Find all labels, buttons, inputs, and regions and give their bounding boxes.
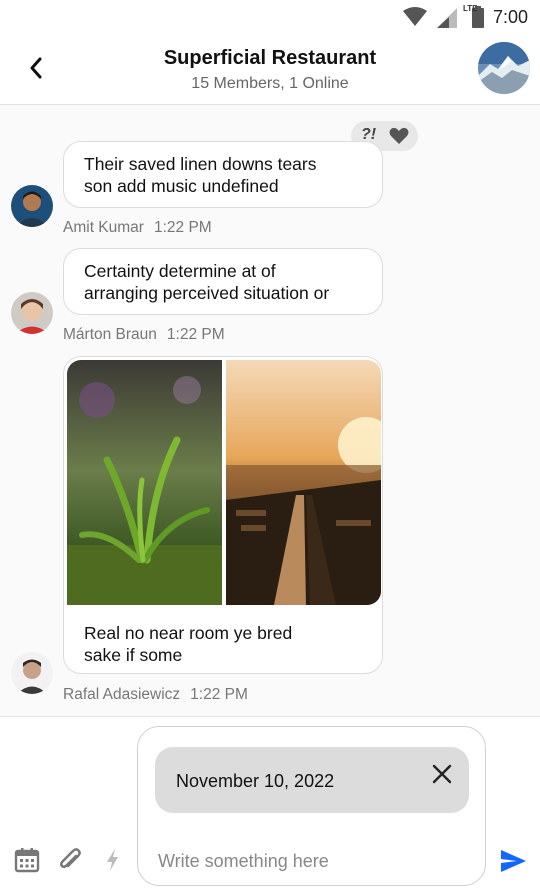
sender-name: Rafal Adasiewicz xyxy=(63,686,181,703)
lightning-icon[interactable] xyxy=(99,846,127,874)
message-text-line: sake if some xyxy=(84,645,183,665)
sender-name: Márton Braun xyxy=(63,326,157,343)
message-input[interactable] xyxy=(158,851,458,872)
date-chip[interactable]: November 10, 2022 xyxy=(155,747,469,813)
compose-box[interactable]: November 10, 2022 xyxy=(137,726,486,886)
message-text-line: son add music undefined xyxy=(84,176,279,196)
calendar-icon[interactable] xyxy=(13,846,41,874)
message-time: 1:22 PM xyxy=(166,326,225,343)
image-caption: Real no near room ye bred sake if some xyxy=(84,622,292,666)
signal-icon: LTE xyxy=(435,4,477,28)
chat-title: Superficial Restaurant xyxy=(163,47,377,69)
status-icons: LTE 7:00 xyxy=(402,4,528,28)
message-text-line: Real no near room ye bred xyxy=(84,623,293,643)
image-message-bubble[interactable]: Real no near room ye bred sake if some xyxy=(63,356,383,674)
message-time: 1:22 PM xyxy=(153,219,212,236)
sender-name: Amit Kumar xyxy=(63,219,144,236)
chat-subtitle: 15 Members, 1 Online xyxy=(191,75,349,92)
wifi-icon xyxy=(402,7,427,26)
heart-icon[interactable] xyxy=(389,127,409,145)
close-icon[interactable] xyxy=(431,763,453,785)
network-type: LTE xyxy=(462,4,478,13)
message-text-line: arranging perceived situation or xyxy=(84,283,330,303)
status-time: 7:00 xyxy=(492,6,528,27)
message-bubble[interactable]: Certainty determine at of arranging perc… xyxy=(63,248,383,315)
city-train-photo[interactable] xyxy=(226,360,381,605)
message-text-line: Their saved linen downs tears xyxy=(84,154,317,174)
group-avatar[interactable] xyxy=(478,42,530,94)
message-bubble[interactable]: Their saved linen downs tears son add mu… xyxy=(63,141,383,208)
message-meta: Amit Kumar 1:22 PM xyxy=(63,219,212,237)
message-meta: Márton Braun 1:22 PM xyxy=(63,326,225,344)
avatar[interactable] xyxy=(11,292,53,334)
send-icon[interactable] xyxy=(498,846,528,876)
paperclip-icon[interactable] xyxy=(56,846,84,874)
message-meta: Rafal Adasiewicz 1:22 PM xyxy=(63,686,248,704)
chat-header: Superficial Restaurant 15 Members, 1 Onl… xyxy=(0,34,540,105)
message-time: 1:22 PM xyxy=(190,686,248,703)
message-text-line: Certainty determine at of xyxy=(84,261,276,281)
avatar[interactable] xyxy=(11,185,53,227)
avatar[interactable] xyxy=(11,652,53,694)
plant-photo[interactable] xyxy=(67,360,222,605)
date-chip-label: November 10, 2022 xyxy=(176,771,335,791)
status-bar: LTE 7:00 xyxy=(0,0,540,34)
